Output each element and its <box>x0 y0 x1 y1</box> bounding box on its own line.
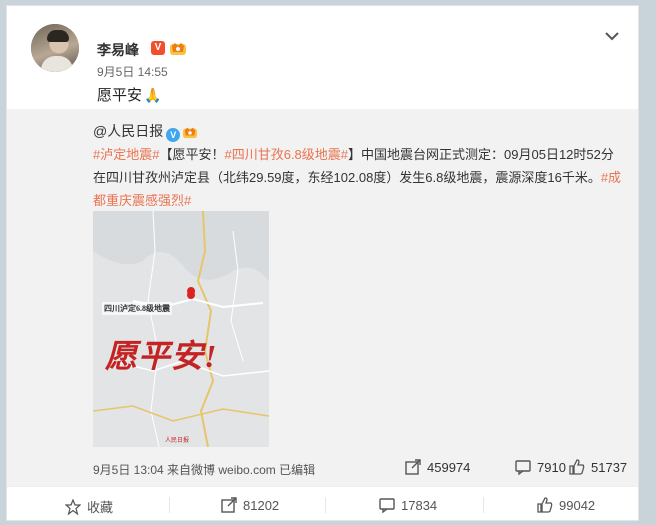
earthquake-map-image[interactable]: 四川泸定6.8级地震 愿平安! 人民日报 <box>93 211 269 447</box>
repost-author-name[interactable]: @人民日报 <box>93 123 163 139</box>
repost-headline: 【愿平安！ <box>159 147 225 162</box>
reposted-content: @人民日报 V #泸定地震#【愿平安！#四川甘孜6.8级地震#】中国地震台网正式测… <box>7 109 638 486</box>
share-icon <box>405 459 421 475</box>
map-big-text: 愿平安! <box>105 338 218 374</box>
thumbs-up-icon <box>537 497 553 513</box>
map-logo: 人民日报 <box>165 438 190 444</box>
post-header: 李易峰 V 9月5日 14:55 愿平安 🙏 <box>7 6 638 106</box>
weibo-post-card: 李易峰 V 9月5日 14:55 愿平安 🙏 @人民日报 V #泸定地震#【愿平安！… <box>6 5 639 521</box>
favorite-label: 收藏 <box>87 500 114 515</box>
map-graphic <box>93 211 269 447</box>
comment-count: 17834 <box>401 497 438 513</box>
comment-button[interactable]: 17834 <box>379 497 437 513</box>
blue-verified-icon: V <box>166 128 181 142</box>
comment-icon <box>379 498 395 513</box>
repost-like-count[interactable]: 51737 <box>569 459 627 475</box>
repost-count: 81202 <box>243 497 280 513</box>
vip-crown-icon <box>183 127 198 139</box>
comment-icon <box>515 460 531 475</box>
post-timestamp[interactable]: 9月5日 14:55 <box>97 63 168 80</box>
repost-text: #泸定地震#【愿平安！#四川甘孜6.8级地震#】中国地震台网正式测定：09月05… <box>93 143 623 212</box>
topic-tag[interactable]: #泸定地震# <box>93 147 159 162</box>
action-bar: 收藏 81202 17834 99042 <box>7 486 638 523</box>
vip-crown-icon <box>170 43 186 55</box>
repost-share-count[interactable]: 459974 <box>405 459 470 475</box>
praying-hands-icon: 🙏 <box>144 87 162 103</box>
topic-tag[interactable]: #四川甘孜6.8级地震# <box>224 147 348 162</box>
verified-v-icon: V <box>151 41 165 55</box>
map-caption: 四川泸定6.8级地震 <box>102 302 172 315</box>
favorite-button[interactable]: 收藏 <box>65 497 113 516</box>
repost-comment-count[interactable]: 7910 <box>515 459 566 475</box>
thumbs-up-icon <box>569 459 585 475</box>
share-icon <box>221 497 237 513</box>
star-icon <box>65 498 81 515</box>
repost-like-count-value: 51737 <box>591 459 628 475</box>
post-text-content: 愿平安 <box>97 87 143 104</box>
like-button[interactable]: 99042 <box>537 497 595 513</box>
repost-meta[interactable]: 9月5日 13:04 来自微博 weibo.com 已编辑 <box>93 461 315 478</box>
author-name[interactable]: 李易峰 <box>97 40 139 60</box>
repost-button[interactable]: 81202 <box>221 497 279 513</box>
post-text: 愿平安 🙏 <box>97 84 161 105</box>
chevron-down-icon[interactable] <box>603 28 621 44</box>
repost-author: @人民日报 V <box>93 121 198 142</box>
like-count: 99042 <box>559 497 596 513</box>
repost-share-count-value: 459974 <box>427 459 471 475</box>
repost-comment-count-value: 7910 <box>537 459 566 475</box>
avatar[interactable] <box>31 24 79 72</box>
